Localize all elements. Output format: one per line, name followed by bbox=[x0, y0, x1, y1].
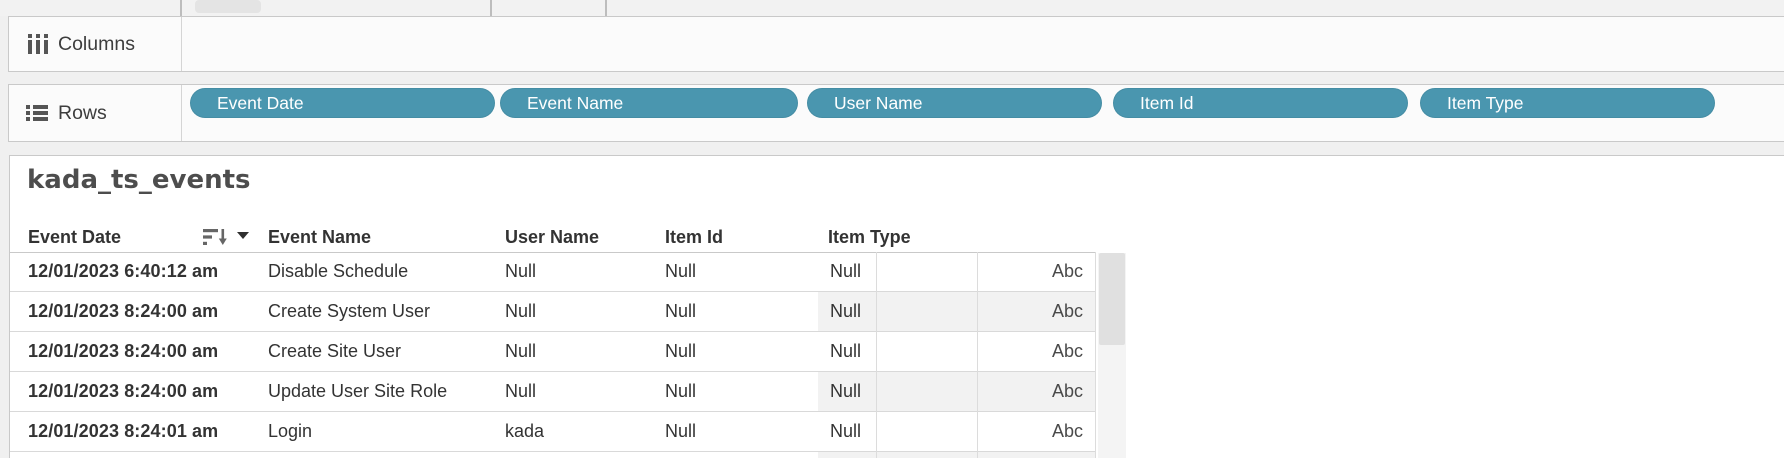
tableau-workspace: Columns Rows Event Date Event Name User … bbox=[0, 0, 1784, 458]
rows-icon bbox=[26, 105, 48, 121]
cell-item-id: Null bbox=[665, 372, 696, 411]
cell-item-id: Null bbox=[665, 252, 696, 291]
column-header-user-name[interactable]: User Name bbox=[505, 222, 599, 252]
cell-item-id: Null bbox=[665, 292, 696, 331]
table-vertical-border bbox=[876, 252, 877, 458]
column-header-item-id[interactable]: Item Id bbox=[665, 222, 723, 252]
cell-item-type: Null bbox=[830, 412, 861, 451]
cell-event-date: 12/01/2023 8:24:01 am bbox=[28, 412, 218, 451]
vertical-scrollbar-thumb[interactable] bbox=[1099, 253, 1125, 345]
top-strip bbox=[0, 0, 1784, 16]
cell-event-name: Create System User bbox=[268, 292, 430, 331]
cell-user-name: Null bbox=[505, 372, 536, 411]
cell-event-date: 12/01/2023 6:40:12 am bbox=[28, 252, 218, 291]
columns-shelf-label-cell: Columns bbox=[9, 17, 182, 71]
cell-user-name: kada bbox=[505, 412, 544, 451]
sheet-title: kada_ts_events bbox=[27, 160, 251, 200]
cell-measure-placeholder: Abc bbox=[977, 292, 1083, 331]
top-strip-divider bbox=[490, 0, 492, 16]
columns-shelf[interactable]: Columns bbox=[8, 16, 1784, 72]
table-row: 12/01/2023 8:24:00 am Create Site User N… bbox=[10, 332, 1096, 372]
top-strip-divider bbox=[180, 0, 182, 16]
table-row: 12/01/2023 8:24:01 am Login kada Null Nu… bbox=[10, 412, 1096, 452]
cell-event-date: 12/01/2023 8:24:00 am bbox=[28, 292, 218, 331]
table-vertical-border bbox=[977, 252, 978, 458]
rows-shelf-label: Rows bbox=[58, 85, 107, 141]
pill-event-name[interactable]: Event Name bbox=[500, 88, 798, 118]
cell-measure-placeholder: Abc bbox=[977, 332, 1083, 371]
table-row: 12/01/2023 6:40:12 am Disable Schedule N… bbox=[10, 252, 1096, 292]
cell-measure-placeholder: Abc bbox=[977, 412, 1083, 451]
cell-event-name: Disable Schedule bbox=[268, 252, 408, 291]
tab-remnant bbox=[195, 0, 261, 13]
cell-item-id: Null bbox=[665, 412, 696, 451]
cell-event-date: 12/01/2023 8:24:00 am bbox=[28, 372, 218, 411]
table-vertical-border bbox=[1095, 252, 1096, 458]
table-row: 12/01/2023 8:24:00 am Update User Site R… bbox=[10, 372, 1096, 412]
cell-item-type: Null bbox=[830, 332, 861, 371]
sort-descending-icon[interactable] bbox=[203, 228, 227, 246]
columns-icon bbox=[28, 34, 50, 54]
cell-user-name: Null bbox=[505, 292, 536, 331]
cell-user-name: Null bbox=[505, 332, 536, 371]
pill-item-id[interactable]: Item Id bbox=[1113, 88, 1408, 118]
cell-event-name: Update User Site Role bbox=[268, 372, 447, 411]
cell-event-name: Create Site User bbox=[268, 332, 401, 371]
column-header-event-name[interactable]: Event Name bbox=[268, 222, 371, 252]
rows-shelf-label-cell: Rows bbox=[9, 85, 182, 141]
table-header-row: Event Date Event Name User Name Item Id … bbox=[10, 222, 1096, 253]
pill-user-name[interactable]: User Name bbox=[807, 88, 1102, 118]
cell-item-id: Null bbox=[665, 332, 696, 371]
cell-measure-placeholder: Abc bbox=[977, 372, 1083, 411]
column-header-event-date[interactable]: Event Date bbox=[28, 222, 121, 252]
pill-item-type[interactable]: Item Type bbox=[1420, 88, 1715, 118]
table-row-partial bbox=[10, 452, 1096, 458]
cell-item-type: Null bbox=[830, 372, 861, 411]
cell-measure-placeholder: Abc bbox=[977, 252, 1083, 291]
top-strip-divider bbox=[605, 0, 607, 16]
cell-event-date: 12/01/2023 8:24:00 am bbox=[28, 332, 218, 371]
cell-user-name: Null bbox=[505, 252, 536, 291]
pill-event-date[interactable]: Event Date bbox=[190, 88, 495, 118]
row-band-shading bbox=[818, 452, 1095, 458]
cell-item-type: Null bbox=[830, 252, 861, 291]
columns-shelf-label: Columns bbox=[58, 17, 135, 71]
table-row: 12/01/2023 8:24:00 am Create System User… bbox=[10, 292, 1096, 332]
vertical-scrollbar-track[interactable] bbox=[1098, 253, 1126, 458]
column-header-item-type[interactable]: Item Type bbox=[828, 222, 911, 252]
cell-event-name: Login bbox=[268, 412, 312, 451]
header-menu-caret-icon[interactable] bbox=[237, 232, 249, 239]
cell-item-type: Null bbox=[830, 292, 861, 331]
